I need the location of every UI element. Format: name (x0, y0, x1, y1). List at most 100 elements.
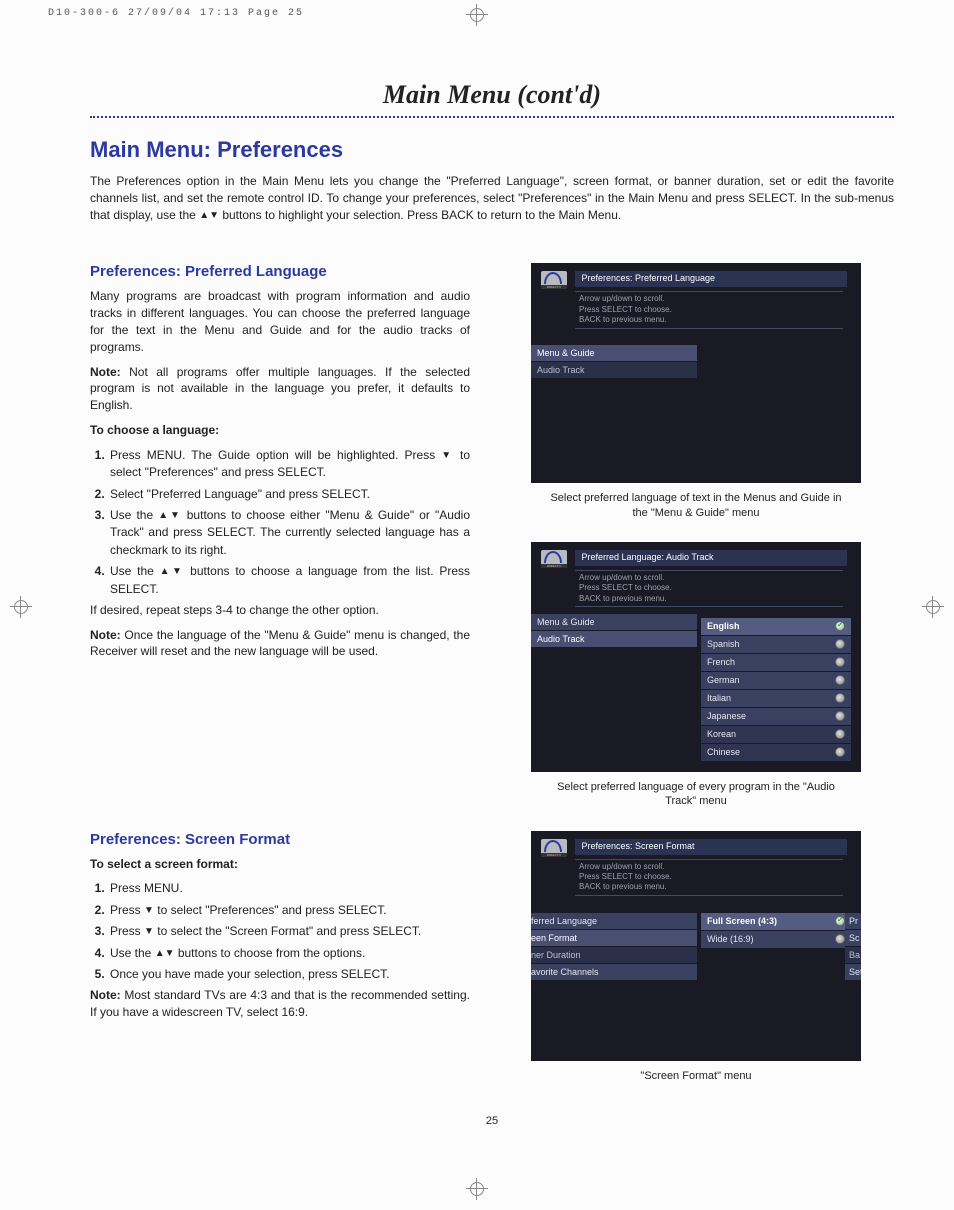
s3b: to select the "Screen Format" and press … (154, 924, 421, 938)
hint2: Press SELECT to choose. (579, 583, 839, 593)
down-arrow-icon: ▼ (144, 926, 154, 937)
figure1-caption: Select preferred language of text in the… (546, 491, 846, 520)
sidebar-item-audio-track[interactable]: Audio Track (531, 631, 697, 648)
lang-label: German (707, 675, 740, 685)
sidebar-item-menu-guide[interactable]: Menu & Guide (531, 345, 697, 362)
r1[interactable]: Pr (845, 913, 861, 930)
step-3: Press ▼ to select the "Screen Format" an… (108, 923, 470, 940)
lang-english[interactable]: English (701, 618, 851, 636)
opt-full-screen[interactable]: Full Screen (4:3) (701, 913, 851, 931)
opt-label: Wide (16:9) (707, 934, 754, 944)
r2[interactable]: Sc (845, 930, 861, 947)
down-arrow-icon: ▼ (144, 905, 154, 916)
crop-mark-bottom (466, 1178, 488, 1200)
lang-japanese[interactable]: Japanese (701, 708, 851, 726)
step-4: Use the ▲▼ buttons to choose from the op… (108, 945, 470, 962)
r4[interactable]: Set (845, 964, 861, 981)
figure-preferred-language: Preferences: Preferred Language Arrow up… (531, 263, 861, 483)
up-down-arrow-icon: ▲▼ (199, 210, 219, 221)
sidebar-item-preferred-language[interactable]: ferred Language (531, 913, 697, 930)
step-1: Press MENU. The Guide option will be hig… (108, 447, 470, 482)
sidebar-item-favorite-channels[interactable]: avorite Channels (531, 964, 697, 981)
screen-hint: Arrow up/down to scroll. Press SELECT to… (575, 859, 843, 896)
lang-label: Italian (707, 693, 731, 703)
lang-italian[interactable]: Italian (701, 690, 851, 708)
sidebar-item-screen-format[interactable]: een Format (531, 930, 697, 947)
sidebar-item-audio-track[interactable]: Audio Track (531, 362, 697, 379)
hint1: Arrow up/down to scroll. (579, 862, 839, 872)
s4b: buttons to choose from the options. (175, 946, 366, 960)
lang-label: French (707, 657, 735, 667)
directv-logo-icon (541, 550, 567, 568)
up-down-arrow-icon: ▲▼ (155, 948, 175, 959)
s4a: Use the (110, 946, 155, 960)
hint2: Press SELECT to choose. (579, 305, 839, 315)
right-sidebar-cut: Pr Sc Ba Set (845, 913, 861, 981)
up-down-arrow-icon: ▲▼ (158, 510, 181, 521)
sf-note: Note: Most standard TVs are 4:3 and that… (90, 987, 470, 1021)
opt-wide[interactable]: Wide (16:9) (701, 931, 851, 949)
step-4: Use the ▲▼ buttons to choose a language … (108, 563, 470, 598)
step-3: Use the ▲▼ buttons to choose either "Men… (108, 507, 470, 559)
lang-label: Chinese (707, 747, 740, 757)
figure-audio-track: Preferred Language: Audio Track Arrow up… (531, 542, 861, 772)
pl-after: If desired, repeat steps 3-4 to change t… (90, 602, 470, 619)
format-options: Full Screen (4:3) Wide (16:9) (701, 913, 851, 949)
step-2: Press ▼ to select "Preferences" and pres… (108, 902, 470, 919)
screen-title: Preferred Language: Audio Track (575, 550, 847, 566)
select-format-heading: To select a screen format: (90, 856, 470, 873)
note-label: Note: (90, 365, 121, 379)
checkmark-icon (835, 916, 845, 926)
lang-spanish[interactable]: Spanish (701, 636, 851, 654)
step-1: Press MENU. (108, 880, 470, 897)
language-list: English Spanish French German Italian Ja… (701, 618, 851, 762)
note-text: Once the language of the "Menu & Guide" … (90, 628, 470, 659)
down-arrow-icon: ▼ (441, 450, 454, 461)
radio-icon (835, 747, 845, 757)
r3[interactable]: Ba (845, 947, 861, 964)
sidebar-item-banner-duration[interactable]: ner Duration (531, 947, 697, 964)
lang-label: Spanish (707, 639, 740, 649)
radio-icon (835, 729, 845, 739)
radio-icon (835, 675, 845, 685)
pl-p1: Many programs are broadcast with program… (90, 288, 470, 355)
lang-label: Korean (707, 729, 736, 739)
intro-paragraph: The Preferences option in the Main Menu … (90, 173, 894, 223)
note-text: Most standard TVs are 4:3 and that is th… (90, 988, 470, 1019)
s3a: Use the (110, 508, 158, 522)
screen-hint: Arrow up/down to scroll. Press SELECT to… (575, 291, 843, 328)
note-label: Note: (90, 988, 121, 1002)
left-sidebar-cut: ferred Language een Format ner Duration … (531, 913, 697, 981)
checkmark-icon (835, 621, 845, 631)
radio-icon (835, 639, 845, 649)
lang-chinese[interactable]: Chinese (701, 744, 851, 762)
directv-logo-icon (541, 271, 567, 289)
sidebar-item-menu-guide[interactable]: Menu & Guide (531, 614, 697, 631)
hint3: BACK to previous menu. (579, 594, 839, 604)
lang-label: English (707, 621, 740, 631)
step-5: Once you have made your selection, press… (108, 966, 470, 983)
lang-german[interactable]: German (701, 672, 851, 690)
hint2: Press SELECT to choose. (579, 872, 839, 882)
divider (90, 116, 894, 119)
screen-format-steps: Press MENU. Press ▼ to select "Preferenc… (90, 880, 470, 983)
lang-french[interactable]: French (701, 654, 851, 672)
chapter-title: Main Menu (cont'd) (90, 80, 894, 110)
screen-title: Preferences: Screen Format (575, 839, 847, 855)
lang-korean[interactable]: Korean (701, 726, 851, 744)
figure2-caption: Select preferred language of every progr… (546, 780, 846, 809)
note-text: Not all programs offer multiple language… (90, 365, 470, 413)
s2a: Press (110, 903, 144, 917)
s3a: Press (110, 924, 144, 938)
page-title: Main Menu: Preferences (90, 137, 894, 163)
screen-hint: Arrow up/down to scroll. Press SELECT to… (575, 570, 843, 607)
directv-logo-icon (541, 839, 567, 857)
hint1: Arrow up/down to scroll. (579, 294, 839, 304)
s2b: to select "Preferences" and press SELECT… (154, 903, 387, 917)
pl-note2: Note: Once the language of the "Menu & G… (90, 627, 470, 661)
radio-icon (835, 657, 845, 667)
pl-note1: Note: Not all programs offer multiple la… (90, 364, 470, 414)
preferred-language-heading: Preferences: Preferred Language (90, 263, 470, 280)
hint1: Arrow up/down to scroll. (579, 573, 839, 583)
page-number: 25 (90, 1115, 894, 1127)
